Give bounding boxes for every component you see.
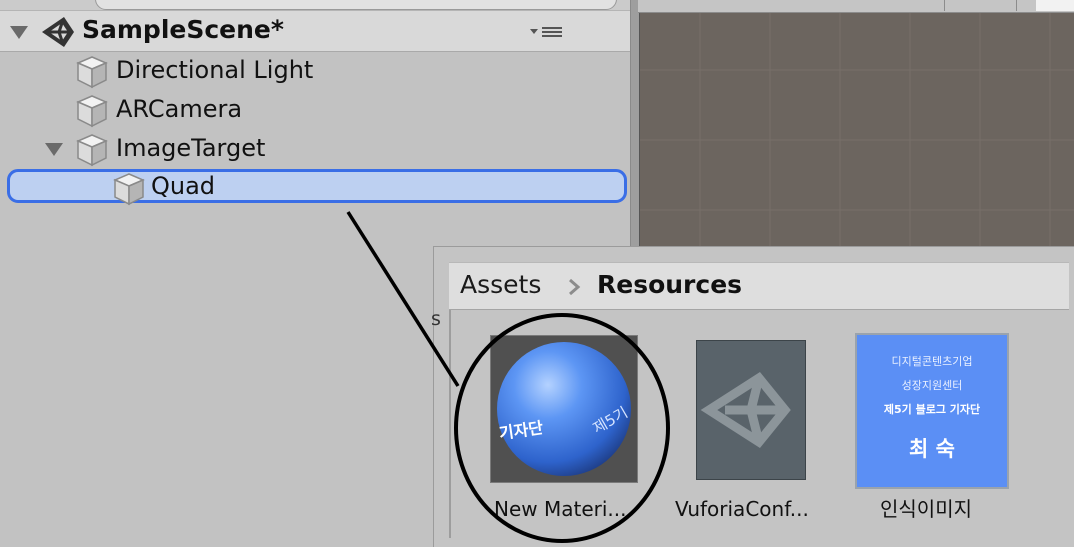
asset-label: VuforiaConf... xyxy=(675,497,809,521)
material-sphere-icon: 기자단 제5기 xyxy=(497,342,631,476)
toolbar-segment[interactable] xyxy=(956,0,1017,11)
asset-new-material[interactable]: 기자단 제5기 xyxy=(491,336,637,482)
chevron-right-icon xyxy=(569,278,581,296)
hierarchy-item-label: Quad xyxy=(151,172,216,200)
scene-foldout-arrow-icon[interactable] xyxy=(10,26,28,39)
gameobject-cube-icon xyxy=(76,95,108,128)
toolbar-segment[interactable] xyxy=(1036,0,1074,11)
image-text: 최 숙 xyxy=(909,437,955,461)
gameobject-cube-icon xyxy=(76,56,108,89)
breadcrumb-assets[interactable]: Assets xyxy=(460,269,541,301)
scene-menu-icon[interactable] xyxy=(530,25,564,39)
hierarchy-search-input[interactable] xyxy=(95,0,617,10)
asset-vuforia-configuration[interactable] xyxy=(696,340,806,480)
gameobject-cube-icon xyxy=(113,173,145,206)
asset-label: 인식이미지 xyxy=(880,497,972,521)
hierarchy-item-label: ImageTarget xyxy=(116,134,266,162)
hierarchy-item-label: ARCamera xyxy=(116,95,243,123)
imagetarget-foldout-arrow-icon[interactable] xyxy=(45,143,63,156)
asset-recognition-image[interactable]: 디지털콘텐츠기업 성장지원센터 제5기 블로그 기자단 최 숙 xyxy=(857,335,1007,487)
hierarchy-item-imagetarget[interactable]: ImageTarget xyxy=(0,129,630,168)
image-text: 디지털콘텐츠기업 xyxy=(891,355,973,368)
scene-name: SampleScene* xyxy=(82,15,284,44)
unity-logo-icon xyxy=(700,372,791,448)
toolbar-segment[interactable] xyxy=(644,0,945,11)
breadcrumb: Assets Resources xyxy=(449,262,1069,310)
breadcrumb-resources[interactable]: Resources xyxy=(597,269,742,301)
gameobject-cube-icon xyxy=(76,134,108,167)
scene-header-row[interactable]: SampleScene* xyxy=(0,10,630,52)
project-side-letter: s xyxy=(431,308,441,330)
hierarchy-search-bar xyxy=(0,0,630,10)
asset-label: New Materi... xyxy=(494,497,627,521)
hierarchy-item-directional-light[interactable]: Directional Light xyxy=(0,51,630,90)
hierarchy-item-arcamera[interactable]: ARCamera xyxy=(0,90,630,129)
unity-scene-icon xyxy=(42,17,74,47)
hierarchy-item-label: Directional Light xyxy=(116,56,314,84)
image-text: 성장지원센터 xyxy=(901,379,963,392)
scene-toolbar xyxy=(638,0,1074,13)
hierarchy-item-quad[interactable]: Quad xyxy=(7,169,627,206)
image-text: 제5기 블로그 기자단 xyxy=(883,403,981,416)
